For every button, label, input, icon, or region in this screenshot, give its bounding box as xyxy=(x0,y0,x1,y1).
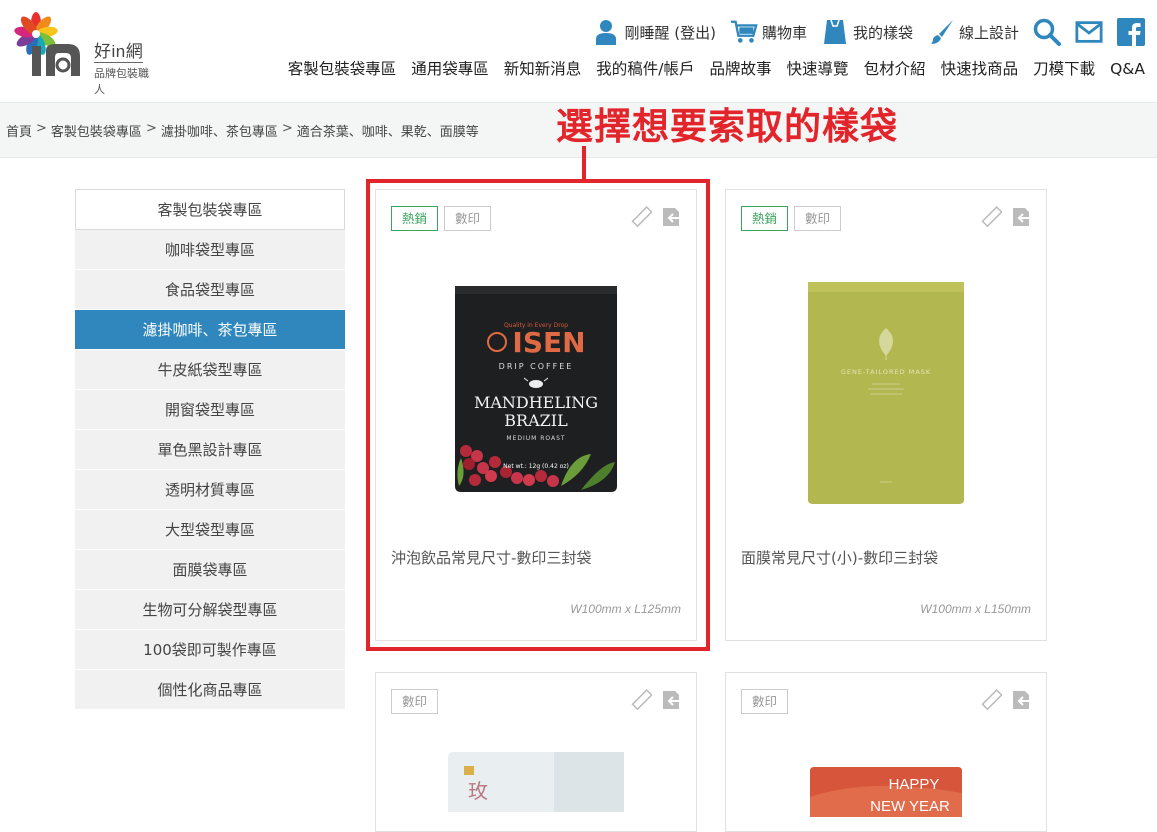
product-card[interactable]: 熱銷 數印 GENE-TAILORED MASK 面膜常見尺寸(小)-數印三封袋… xyxy=(725,189,1047,641)
product-size: W100mm x L150mm xyxy=(920,602,1031,616)
sidebar-item-mask-bags[interactable]: 面膜袋專區 xyxy=(75,550,345,590)
breadcrumb-separator: > xyxy=(281,121,293,136)
online-design-link[interactable]: 線上設計 xyxy=(927,18,1019,46)
sidebar-item-transparent[interactable]: 透明材質專區 xyxy=(75,470,345,510)
sidebar-item-window-bags[interactable]: 開窗袋型專區 xyxy=(75,390,345,430)
breadcrumb-custom-bags[interactable]: 客製包裝袋專區 xyxy=(51,121,142,140)
pack-text: 玫 xyxy=(468,779,488,803)
ruler-icon[interactable] xyxy=(980,689,1002,711)
card-tools xyxy=(630,689,682,711)
product-tags: 數印 xyxy=(741,689,789,714)
digital-print-badge: 數印 xyxy=(794,206,842,231)
nav-custom-bags[interactable]: 客製包裝袋專區 xyxy=(288,57,397,81)
request-sample-icon[interactable] xyxy=(1010,206,1032,228)
product-card[interactable]: 數印 玫 xyxy=(375,672,697,832)
sidebar-item-drip-coffee-tea[interactable]: 濾掛咖啡、茶包專區 xyxy=(75,310,345,350)
user-logout-link[interactable]: 剛睡醒 (登出) xyxy=(592,18,716,46)
sidebar-item-biodegradable[interactable]: 生物可分解袋型專區 xyxy=(75,590,345,630)
product-tags: 數印 xyxy=(391,689,439,714)
main-navigation: 客製包裝袋專區 通用袋專區 新知新消息 我的稿件/帳戶 品牌故事 快速導覽 包材… xyxy=(288,57,1145,81)
sidebar-item-mono-black[interactable]: 單色黑設計專區 xyxy=(75,430,345,470)
online-design-label: 線上設計 xyxy=(958,23,1019,42)
product-tags: 熱銷 數印 xyxy=(741,206,842,231)
search-icon[interactable] xyxy=(1033,18,1061,46)
nav-dieline-download[interactable]: 刀模下載 xyxy=(1033,57,1095,81)
brand-tagline: 品牌包裝職人 xyxy=(94,67,149,96)
site-header: 好in網 品牌包裝職人 剛睡醒 (登出) 購物車 我的樣袋 線上設計 客製包裝袋… xyxy=(0,0,1157,102)
sidebar-item-coffee-bags[interactable]: 咖啡袋型專區 xyxy=(75,230,345,270)
nav-general-bags[interactable]: 通用袋專區 xyxy=(411,57,489,81)
nav-news[interactable]: 新知新消息 xyxy=(504,57,582,81)
ruler-icon[interactable] xyxy=(980,206,1002,228)
digital-print-badge: 數印 xyxy=(741,689,789,714)
digital-print-badge: 數印 xyxy=(391,689,439,714)
sidebar-item-personalized[interactable]: 個性化商品專區 xyxy=(75,670,345,710)
pack-name: GENE-TAILORED MASK xyxy=(841,368,931,376)
user-icon xyxy=(592,18,620,46)
instruction-annotation: 選擇想要索取的樣袋 xyxy=(556,105,898,148)
top-utility-bar: 剛睡醒 (登出) 購物車 我的樣袋 線上設計 xyxy=(592,16,1145,48)
cart-icon xyxy=(730,18,758,46)
flower-logo-icon xyxy=(14,12,80,76)
breadcrumb-separator: > xyxy=(36,121,47,136)
sidebar-item-100-bags[interactable]: 100袋即可製作專區 xyxy=(75,630,345,670)
sidebar-item-food-bags[interactable]: 食品袋型專區 xyxy=(75,270,345,310)
product-title[interactable]: 面膜常見尺寸(小)-數印三封袋 xyxy=(741,547,938,568)
nav-materials[interactable]: 包材介紹 xyxy=(864,57,926,81)
cart-label: 購物車 xyxy=(761,23,807,42)
user-logout-label: 剛睡醒 (登出) xyxy=(624,23,716,42)
sidebar-item-kraft-paper[interactable]: 牛皮紙袋型專區 xyxy=(75,350,345,390)
my-samples-link[interactable]: 我的樣袋 xyxy=(821,18,913,46)
nav-faq[interactable]: Q&A xyxy=(1110,57,1145,81)
request-sample-icon[interactable] xyxy=(1010,689,1032,711)
face-mask-bag-image: GENE-TAILORED MASK xyxy=(808,282,964,504)
brand-name: 好in網 xyxy=(94,42,144,63)
sidebar-item-custom-bags[interactable]: 客製包裝袋專區 xyxy=(75,189,345,230)
facebook-icon[interactable] xyxy=(1117,18,1145,46)
nav-quick-guide[interactable]: 快速導覽 xyxy=(787,57,849,81)
request-sample-icon[interactable] xyxy=(660,689,682,711)
category-sidebar: 客製包裝袋專區 咖啡袋型專區 食品袋型專區 濾掛咖啡、茶包專區 牛皮紙袋型專區 … xyxy=(75,189,345,710)
nav-my-account[interactable]: 我的稿件/帳戶 xyxy=(596,57,694,81)
pack-line-2: NEW YEAR xyxy=(870,798,950,815)
hot-badge: 熱銷 xyxy=(741,206,789,231)
mail-icon[interactable] xyxy=(1075,18,1103,46)
breadcrumb-separator: > xyxy=(145,121,157,136)
ruler-icon[interactable] xyxy=(630,689,652,711)
sidebar-item-large-bags[interactable]: 大型袋型專區 xyxy=(75,510,345,550)
my-samples-label: 我的樣袋 xyxy=(852,23,913,42)
cart-link[interactable]: 購物車 xyxy=(730,18,807,46)
paintbrush-icon xyxy=(927,18,955,46)
breadcrumb: 首頁 > 客製包裝袋專區 > 濾掛咖啡、茶包專區 > 適合茶葉、咖啡、果乾、面膜… xyxy=(6,121,479,140)
sample-bag-icon xyxy=(821,18,849,46)
site-logo[interactable]: 好in網 品牌包裝職人 xyxy=(8,12,158,96)
card-tools xyxy=(980,689,1032,711)
nav-find-product[interactable]: 快速找商品 xyxy=(941,57,1019,81)
pack-line-1: HAPPY xyxy=(889,776,940,793)
product-card[interactable]: 數印 HAPPY NEW YEAR xyxy=(725,672,1047,832)
breadcrumb-current: 適合茶葉、咖啡、果乾、面膜等 xyxy=(296,125,479,140)
breadcrumb-drip-coffee[interactable]: 濾掛咖啡、茶包專區 xyxy=(161,121,278,140)
card-tools xyxy=(980,206,1032,228)
floral-bag-image: 玫 xyxy=(448,752,624,812)
breadcrumb-home[interactable]: 首頁 xyxy=(6,121,32,140)
selection-highlight xyxy=(366,179,710,651)
nav-brand-story[interactable]: 品牌故事 xyxy=(710,57,772,81)
annotation-pointer xyxy=(582,146,586,182)
